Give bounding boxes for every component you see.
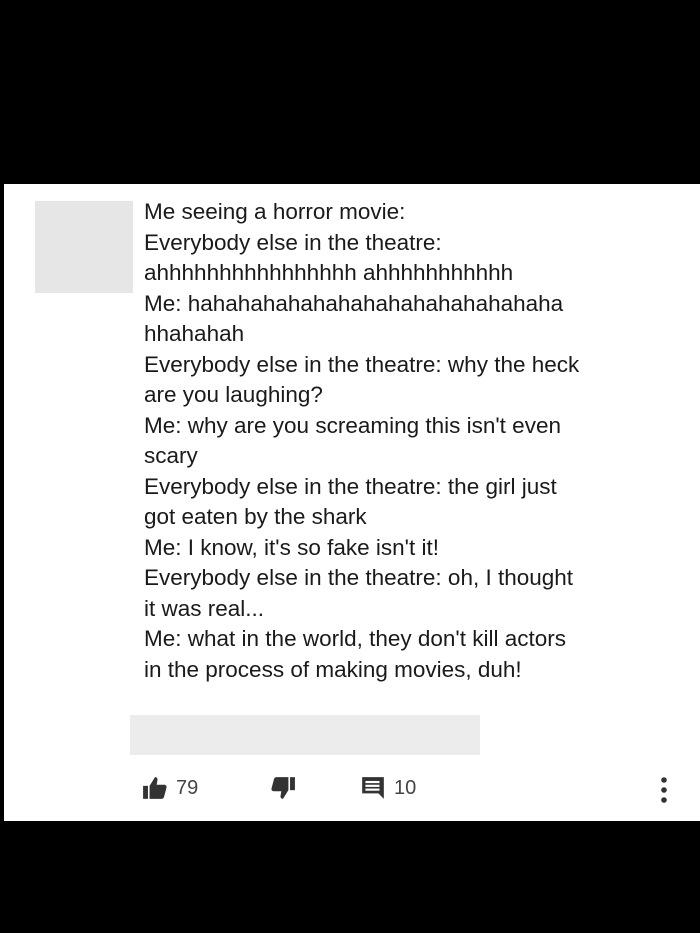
comment-line: Me: what in the world, they don't kill a… [144, 626, 566, 651]
more-vertical-icon [656, 775, 672, 805]
comment-card: Me seeing a horror movie: Everybody else… [4, 184, 700, 821]
dislike-button[interactable] [270, 775, 296, 801]
comment-line: Me seeing a horror movie: [144, 199, 406, 224]
comment-line: are you laughing? [144, 382, 323, 407]
like-count: 79 [176, 776, 199, 799]
comment-line: got eaten by the shark [144, 504, 367, 529]
comment-line: Me: why are you screaming this isn't eve… [144, 412, 561, 438]
comment-line: Everybody else in the theatre: why the h… [144, 351, 580, 377]
comment-line: scary [144, 443, 198, 468]
comment-line: Me: I know, it's so fake isn't it! [144, 534, 439, 560]
comment-line: ahhhhhhhhhhhhhhhh ahhhhhhhhhhh [144, 260, 514, 285]
comment-line: Me: hahahahahahahahahahahahahahaha [144, 290, 564, 316]
comment-line: Everybody else in the theatre: the girl … [144, 473, 557, 499]
reply-count: 10 [394, 776, 417, 799]
comment-text: Me seeing a horror movie: Everybody else… [144, 197, 684, 685]
redacted-username-bar [130, 715, 480, 755]
comment-line: Everybody else in the theatre: oh, I tho… [144, 565, 574, 590]
thumbs-down-icon [270, 775, 296, 801]
thumbs-up-icon [142, 775, 168, 801]
reply-button[interactable]: 10 [360, 775, 416, 801]
comment-line: Everybody else in the theatre: [144, 229, 442, 255]
comment-actions: 79 10 [4, 775, 700, 811]
comment-line: hhahahah [144, 321, 245, 346]
comment-line: it was real... [144, 595, 265, 621]
comment-line: in the process of making movies, duh! [144, 656, 522, 682]
avatar[interactable] [35, 201, 133, 293]
like-button[interactable]: 79 [142, 775, 198, 801]
comment-icon [360, 775, 386, 801]
more-options-button[interactable] [656, 775, 672, 805]
